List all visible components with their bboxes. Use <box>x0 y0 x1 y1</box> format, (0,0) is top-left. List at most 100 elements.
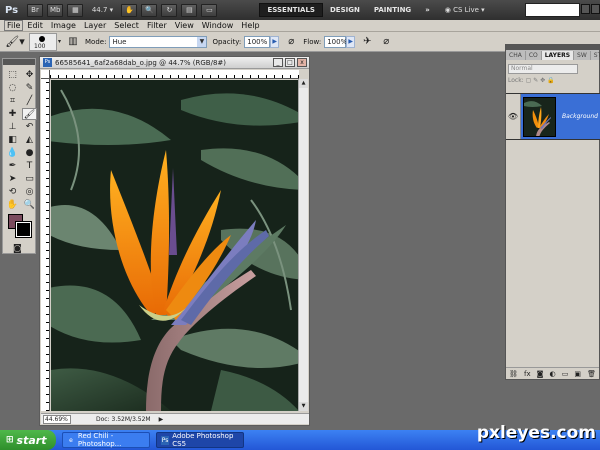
more-workspaces-button[interactable]: » <box>418 3 437 17</box>
search-field[interactable] <box>525 3 580 17</box>
link-layers-icon[interactable]: ⛓ <box>509 370 518 378</box>
menu-edit[interactable]: Edit <box>23 21 47 30</box>
new-group-icon[interactable]: ▭ <box>562 370 569 378</box>
zoom-level-value: 44.7 <box>91 6 108 14</box>
path-selection-tool-icon[interactable]: ➤ <box>5 173 20 185</box>
brush-picker-arrow-icon[interactable]: ▾ <box>58 38 61 45</box>
flow-slider-arrow-icon[interactable]: ▶ <box>346 35 356 48</box>
zoom-tool-icon[interactable]: 🔍 <box>22 199 37 211</box>
zoom-level-dropdown[interactable]: 44.7 ▾ <box>87 4 117 17</box>
scroll-down-icon[interactable]: ▼ <box>299 402 308 411</box>
layer-row-background[interactable]: 👁 Background <box>506 93 600 140</box>
menu-image[interactable]: Image <box>47 21 80 30</box>
flow-input[interactable]: 100% <box>324 35 347 48</box>
blur-tool-icon[interactable]: 💧 <box>5 147 20 159</box>
launch-bridge-button[interactable]: Br <box>27 3 43 17</box>
shape-tool-icon[interactable]: ▭ <box>22 173 37 185</box>
start-button[interactable]: ⊞ start <box>0 430 56 450</box>
opacity-slider-arrow-icon[interactable]: ▶ <box>270 35 280 48</box>
brush-preset-picker[interactable]: 100 <box>29 32 57 51</box>
blend-mode-select[interactable]: Hue ▼ <box>109 35 208 48</box>
pressure-opacity-icon[interactable]: ⌀ <box>284 35 298 49</box>
adjustment-layer-icon[interactable]: ◐ <box>550 370 556 378</box>
clone-stamp-tool-icon[interactable]: ⊥ <box>5 121 20 133</box>
arrange-documents-button[interactable]: ▤ <box>181 3 198 17</box>
scroll-up-icon[interactable]: ▲ <box>299 79 308 88</box>
horizontal-ruler[interactable] <box>50 70 299 79</box>
brush-size-value: 100 <box>34 42 46 50</box>
menu-layer[interactable]: Layer <box>80 21 110 30</box>
rotate-view-button[interactable]: ↻ <box>161 3 178 17</box>
history-brush-tool-icon[interactable]: ↶ <box>22 121 37 133</box>
ruler-origin[interactable] <box>41 70 50 79</box>
menu-file[interactable]: File <box>4 20 24 31</box>
lock-all-icon[interactable]: 🔒 <box>547 77 554 84</box>
lasso-tool-icon[interactable]: ◌ <box>5 82 20 94</box>
tab-swatches[interactable]: SW <box>574 51 591 60</box>
status-menu-arrow-icon[interactable]: ▶ <box>159 416 164 423</box>
layer-visibility-eye-icon[interactable]: 👁 <box>506 94 521 139</box>
tab-color[interactable]: CO <box>526 51 542 60</box>
pressure-size-icon[interactable]: ⌀ <box>379 35 393 49</box>
eraser-tool-icon[interactable]: ◧ <box>5 134 20 146</box>
add-mask-icon[interactable]: ◙ <box>537 370 544 378</box>
vertical-ruler[interactable] <box>41 79 50 411</box>
3d-camera-tool-icon[interactable]: ◎ <box>22 186 37 198</box>
move-tool-icon[interactable]: ✥ <box>22 69 37 81</box>
brush-tool-icon[interactable]: 🖌 <box>22 108 37 120</box>
marquee-tool-icon[interactable]: ⬚ <box>5 69 20 81</box>
taskbar-item-browser[interactable]: e Red Chili - Photoshop... <box>62 432 150 448</box>
status-zoom-input[interactable]: 44.69% <box>43 414 71 424</box>
quick-mask-icon[interactable]: ◙ <box>13 244 22 254</box>
lock-transparency-icon[interactable]: ▢ <box>526 77 532 84</box>
menu-filter[interactable]: Filter <box>143 21 171 30</box>
dodge-tool-icon[interactable]: ● <box>22 147 37 159</box>
delete-layer-icon[interactable]: 🗑 <box>587 370 596 378</box>
window-minimize-icon[interactable] <box>581 4 590 14</box>
workspace-essentials[interactable]: ESSENTIALS <box>259 3 323 17</box>
hand-tool-button[interactable]: ✋ <box>121 3 138 17</box>
document-maximize-icon[interactable]: □ <box>285 58 295 67</box>
workspace-painting[interactable]: PAINTING <box>367 3 418 17</box>
launch-minibridge-button[interactable]: Mb <box>47 3 64 17</box>
eyedropper-tool-icon[interactable]: ╱ <box>22 95 37 107</box>
menu-select[interactable]: Select <box>110 21 143 30</box>
crop-tool-icon[interactable]: ⌗ <box>5 95 20 107</box>
menu-help[interactable]: Help <box>237 21 263 30</box>
zoom-tool-button[interactable]: 🔍 <box>141 3 158 17</box>
hand-tool-icon[interactable]: ✋ <box>5 199 20 211</box>
screen-mode-button[interactable]: ▭ <box>201 3 218 17</box>
quick-selection-tool-icon[interactable]: ✎ <box>22 82 37 94</box>
layers-panel-footer: ⛓ fx ◙ ◐ ▭ ▣ 🗑 <box>506 367 599 379</box>
lock-pixels-icon[interactable]: ✎ <box>533 77 538 84</box>
menu-view[interactable]: View <box>171 21 198 30</box>
brush-panel-toggle-icon[interactable]: ▥ <box>66 35 80 49</box>
menu-window[interactable]: Window <box>198 21 238 30</box>
document-title-bar[interactable]: Ps 66585641_6af2a68dab_o.jpg @ 44.7% (RG… <box>40 57 309 69</box>
image-canvas[interactable] <box>51 80 299 411</box>
vertical-scrollbar[interactable]: ▲ ▼ <box>298 79 308 411</box>
airbrush-icon[interactable]: ✈ <box>360 35 374 49</box>
new-layer-icon[interactable]: ▣ <box>574 370 581 378</box>
layer-blend-mode-select[interactable]: Normal <box>508 64 578 74</box>
paint-bucket-tool-icon[interactable]: ◭ <box>22 134 37 146</box>
view-extras-button[interactable]: ▦ <box>67 3 84 17</box>
document-minimize-icon[interactable]: _ <box>273 58 283 67</box>
taskbar-item-photoshop[interactable]: Ps Adobe Photoshop CS5 <box>156 432 244 448</box>
opacity-input[interactable]: 100% <box>244 35 271 48</box>
document-close-icon[interactable]: x <box>297 58 307 67</box>
tab-layers[interactable]: LAYERS <box>541 51 575 60</box>
tool-preset-picker-icon[interactable]: 🖌▾ <box>4 34 26 50</box>
workspace-design[interactable]: DESIGN <box>323 3 367 17</box>
healing-brush-tool-icon[interactable]: ✚ <box>5 108 20 120</box>
layer-style-icon[interactable]: fx <box>524 370 531 378</box>
pen-tool-icon[interactable]: ✒ <box>5 160 20 172</box>
background-color-swatch[interactable] <box>15 221 32 238</box>
lock-position-icon[interactable]: ✥ <box>540 77 545 84</box>
3d-rotate-tool-icon[interactable]: ⟲ <box>5 186 20 198</box>
window-close-icon[interactable] <box>591 4 600 14</box>
tab-styles[interactable]: STY <box>591 51 600 60</box>
type-tool-icon[interactable]: T <box>22 160 37 172</box>
tab-channels[interactable]: CHA <box>506 51 526 60</box>
cs-live-menu[interactable]: ◉ CS Live ▾ <box>445 6 485 14</box>
